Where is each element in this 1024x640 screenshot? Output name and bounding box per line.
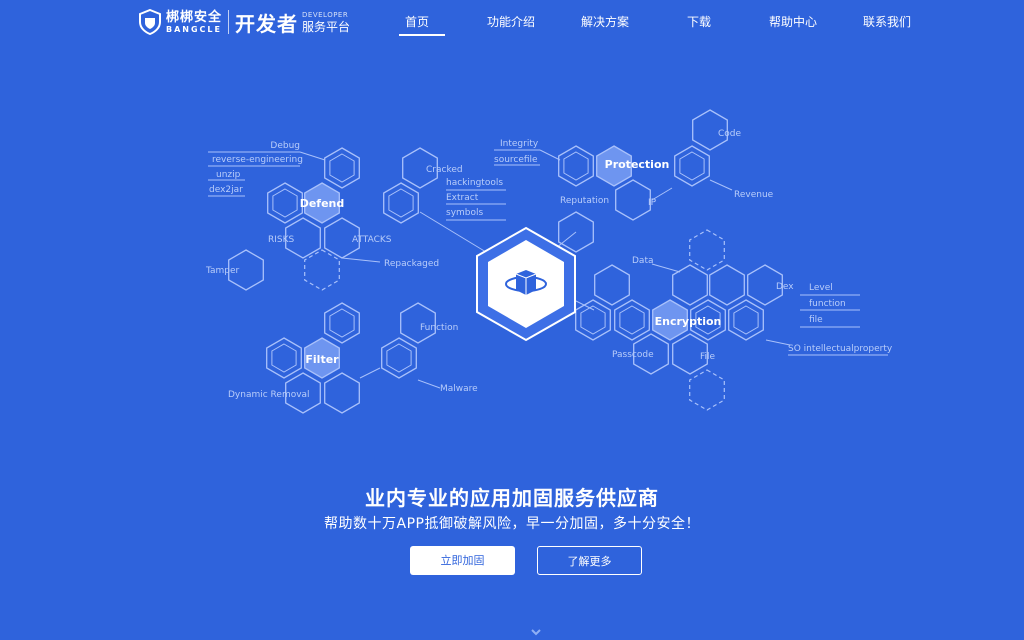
filter-cluster: Filter Function Malware Dynamic Removal [228,302,478,414]
label-risks: RISKS [268,235,295,245]
label-attacks: ATTACKS [352,235,392,245]
label-malware: Malware [440,384,478,394]
scroll-down-icon[interactable] [528,624,544,640]
label-integrity: Integrity [500,139,539,149]
label-data: Data [632,256,654,266]
label-file-2: File [700,352,716,362]
label-symbols: symbols [446,208,484,218]
security-hex-diagram: Defend Debug reverse-engineering unzip d… [205,109,893,414]
harden-now-button[interactable]: 立即加固 [410,546,515,575]
label-level: Level [809,283,833,293]
label-code: Code [718,129,742,139]
hub-label-filter: Filter [305,353,339,366]
label-extract: Extract [446,193,479,203]
label-unzip: unzip [216,170,241,180]
label-dex: Dex [776,282,794,292]
hub-label-defend: Defend [300,197,345,210]
center-hub [476,226,595,342]
learn-more-button[interactable]: 了解更多 [537,546,642,575]
hub-label-protection: Protection [605,158,670,171]
label-reverse-engineering: reverse-engineering [212,155,303,165]
label-hackingtools: hackingtools [446,178,503,188]
encryption-cluster: Encryption Data Dex Level function file … [575,229,893,411]
label-debug: Debug [270,141,300,151]
label-dex2jar: dex2jar [209,185,243,195]
label-function-2: Function [420,323,458,333]
label-revenue: Revenue [734,190,774,200]
label-repackaged: Repackaged [384,259,439,269]
label-file: file [809,315,823,325]
label-dynamic-removal: Dynamic Removal [228,390,310,400]
label-sourcefile: sourcefile [494,155,538,165]
label-so-ip: SO intellectualproperty [788,344,893,354]
hero-subtitle: 帮助数十万APP抵御破解风险，早一分加固，多十分安全！ [324,516,700,532]
label-tamper: Tamper [205,266,240,276]
label-ip: IP [648,198,657,208]
label-reputation: Reputation [560,196,609,206]
label-passcode: Passcode [612,350,654,360]
label-function: function [809,299,846,309]
protection-cluster: Protection Integrity sourcefile Reputati… [494,109,774,253]
defend-cluster: Defend Debug reverse-engineering unzip d… [205,141,506,291]
label-cracked: Cracked [426,165,463,175]
hero-title: 业内专业的应用加固服务供应商 [365,486,659,510]
hub-label-encryption: Encryption [655,315,722,328]
